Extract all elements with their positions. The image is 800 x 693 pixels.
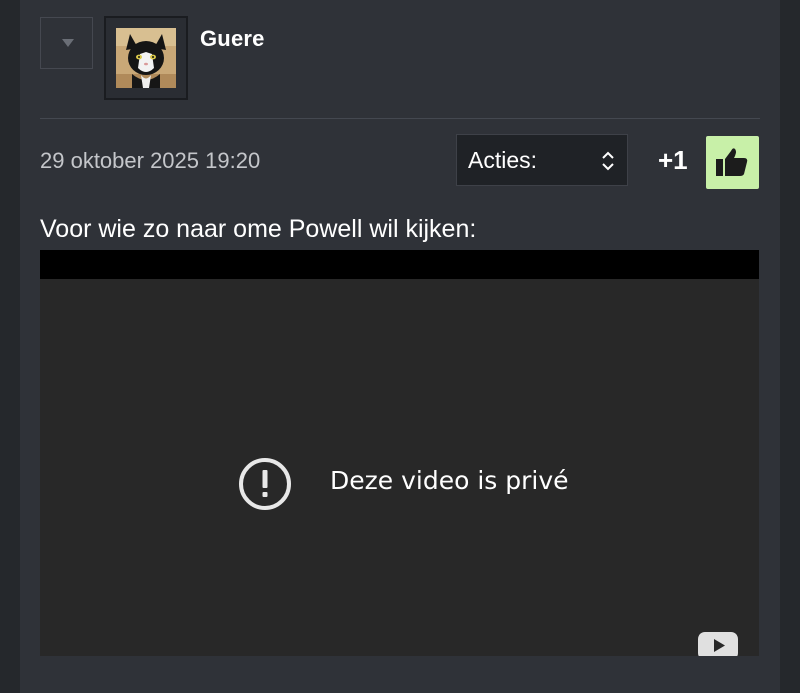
vote-count: +1 bbox=[658, 145, 688, 175]
avatar[interactable] bbox=[104, 16, 188, 100]
page: Guere 29 oktober 2025 19:20 Acties: +1 V… bbox=[0, 0, 800, 693]
cat-avatar-icon bbox=[116, 28, 176, 88]
post-text: Voor wie zo naar ome Powell wil kijken: bbox=[40, 215, 477, 243]
youtube-logo-icon[interactable] bbox=[698, 630, 738, 656]
embedded-video[interactable]: Deze video is privé bbox=[40, 250, 759, 656]
actions-select-label: Acties: bbox=[468, 147, 538, 173]
post-date: 29 oktober 2025 19:20 bbox=[40, 148, 261, 173]
exclamation-circle-icon bbox=[239, 458, 291, 510]
username[interactable]: Guere bbox=[200, 26, 265, 52]
triangle-down-icon bbox=[62, 39, 74, 47]
divider bbox=[40, 118, 760, 119]
actions-select[interactable]: Acties: bbox=[456, 134, 628, 186]
collapse-button[interactable] bbox=[40, 17, 93, 69]
like-button[interactable] bbox=[706, 136, 759, 189]
forum-post: Guere 29 oktober 2025 19:20 Acties: +1 V… bbox=[20, 0, 780, 693]
video-title-bar bbox=[40, 250, 759, 279]
thumbs-up-icon bbox=[716, 148, 748, 176]
updown-chevron-icon bbox=[602, 151, 614, 171]
video-private-message: Deze video is privé bbox=[330, 466, 569, 495]
